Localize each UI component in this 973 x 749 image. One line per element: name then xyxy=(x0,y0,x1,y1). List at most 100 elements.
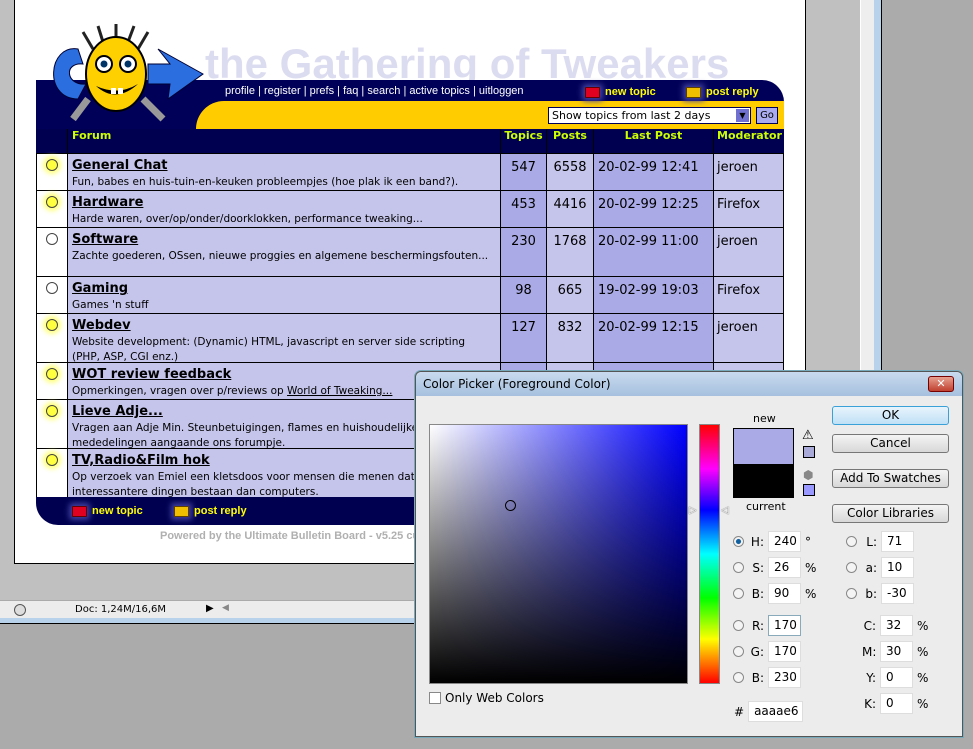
blue-label: B: xyxy=(751,670,764,685)
panel-divider-edge xyxy=(874,0,882,372)
moderator-link[interactable]: Firefox xyxy=(713,191,784,227)
footer-new-topic-button[interactable]: new topic xyxy=(72,505,143,517)
nav-link-prefs[interactable]: prefs xyxy=(310,85,334,97)
lightbulb-on-icon xyxy=(46,319,58,331)
panel-divider[interactable] xyxy=(860,0,874,372)
moderator-link[interactable]: jeroen xyxy=(713,314,784,362)
lab-a-radio[interactable] xyxy=(846,562,857,573)
footer-post-reply-button[interactable]: post reply xyxy=(174,505,247,517)
post-reply-button[interactable]: post reply xyxy=(686,86,759,98)
lab-l-input[interactable]: 71 xyxy=(881,531,914,552)
saturation-input[interactable]: 26 xyxy=(768,557,801,578)
black-field-row: K: 0% xyxy=(862,693,928,714)
forum-link[interactable]: Webdev xyxy=(72,318,496,334)
status-cell xyxy=(36,363,67,399)
lab-a-input[interactable]: 10 xyxy=(881,557,914,578)
color-selector-ring[interactable] xyxy=(505,500,516,511)
clock-icon[interactable] xyxy=(14,604,26,616)
lightbulb-on-icon xyxy=(46,405,58,417)
current-color-swatch[interactable] xyxy=(734,464,793,497)
nav-link-register[interactable]: register xyxy=(264,85,301,97)
ok-button[interactable]: OK xyxy=(832,406,949,425)
lab-b-field-row: b: -30 xyxy=(846,583,914,604)
current-label: current xyxy=(746,500,786,513)
only-web-colors-checkbox[interactable]: Only Web Colors xyxy=(429,691,544,705)
yellow-input[interactable]: 0 xyxy=(880,667,913,688)
new-topic-label: new topic xyxy=(605,86,656,98)
status-cell xyxy=(36,400,67,448)
blue-input[interactable]: 230 xyxy=(768,667,801,688)
black-unit: % xyxy=(917,696,929,711)
forum-link[interactable]: General Chat xyxy=(72,158,496,174)
col-moderator: Moderator xyxy=(713,129,784,153)
hue-radio[interactable] xyxy=(733,536,744,547)
forum-link[interactable]: Hardware xyxy=(72,195,496,211)
add-to-swatches-button[interactable]: Add To Swatches xyxy=(832,469,949,488)
blue-radio[interactable] xyxy=(733,672,744,683)
hue-slider-handle-right[interactable]: ◁ xyxy=(721,505,729,516)
red-input[interactable]: 170 xyxy=(768,615,801,636)
nav-link-uitloggen[interactable]: uitloggen xyxy=(479,85,524,97)
nav-link-active-topics[interactable]: active topics xyxy=(409,85,470,97)
forum-table-header: Forum Topics Posts Last Post Moderator xyxy=(36,129,784,153)
gamut-color-chip[interactable] xyxy=(803,446,815,458)
chevron-down-icon[interactable]: ▼ xyxy=(736,109,749,122)
world-of-tweaking-link[interactable]: World of Tweaking... xyxy=(287,385,392,397)
lightbulb-on-icon xyxy=(46,196,58,208)
lab-b-radio[interactable] xyxy=(846,588,857,599)
forum-description: Vragen aan Adje Min. Steunbetuigingen, f… xyxy=(72,422,419,449)
forum-link[interactable]: Software xyxy=(72,232,496,248)
red-radio[interactable] xyxy=(733,620,744,631)
web-safe-color-chip[interactable] xyxy=(803,484,815,496)
moderator-link[interactable]: Firefox xyxy=(713,277,784,313)
nav-link-search[interactable]: search xyxy=(367,85,400,97)
nav-link-faq[interactable]: faq xyxy=(343,85,358,97)
brightness-radio[interactable] xyxy=(733,588,744,599)
close-button[interactable]: ✕ xyxy=(928,376,954,392)
nav-separator: | xyxy=(334,85,344,97)
hex-input[interactable]: aaaae6 xyxy=(748,701,804,722)
status-cell xyxy=(36,228,67,276)
hue-slider[interactable] xyxy=(699,424,720,684)
play-arrow-icon[interactable]: ▶ xyxy=(206,603,214,614)
color-field[interactable] xyxy=(429,424,688,684)
brightness-input[interactable]: 90 xyxy=(768,583,801,604)
scrollbar-edge xyxy=(0,618,420,624)
gamut-warning-icon[interactable]: ⚠ xyxy=(802,428,814,443)
magenta-unit: % xyxy=(917,644,929,659)
cyan-input[interactable]: 32 xyxy=(880,615,913,636)
green-input[interactable]: 170 xyxy=(768,641,801,662)
saturation-radio[interactable] xyxy=(733,562,744,573)
status-cell xyxy=(36,449,67,497)
cyan-unit: % xyxy=(917,618,929,633)
nav-link-profile[interactable]: profile xyxy=(225,85,255,97)
new-topic-button[interactable]: new topic xyxy=(585,86,656,98)
green-radio[interactable] xyxy=(733,646,744,657)
red-label: R: xyxy=(751,618,764,633)
lab-l-radio[interactable] xyxy=(846,536,857,547)
cancel-button[interactable]: Cancel xyxy=(832,434,949,453)
got-logo xyxy=(53,24,204,122)
color-libraries-button[interactable]: Color Libraries xyxy=(832,504,949,523)
lab-b-input[interactable]: -30 xyxy=(881,583,914,604)
topics-count: 547 xyxy=(500,154,546,190)
moderator-link[interactable]: jeroen xyxy=(713,228,784,276)
lab-l-label: L: xyxy=(866,534,877,549)
forum-description: Harde waren, over/op/onder/doorklokken, … xyxy=(72,213,423,225)
hue-slider-handle-left[interactable]: ▷ xyxy=(689,505,697,516)
saturation-field-row: S: 26% xyxy=(733,557,816,578)
web-cube-icon[interactable]: ⬢ xyxy=(803,468,813,482)
topic-age-filter-select[interactable]: Show topics from last 2 days ▼ xyxy=(548,107,751,124)
forum-link[interactable]: Gaming xyxy=(72,281,496,297)
posts-count: 665 xyxy=(546,277,593,313)
checkbox[interactable] xyxy=(429,692,441,704)
black-input[interactable]: 0 xyxy=(880,693,913,714)
new-label: new xyxy=(753,412,776,425)
moderator-link[interactable]: jeroen xyxy=(713,154,784,190)
hue-input[interactable]: 240 xyxy=(768,531,801,552)
scroll-left-icon[interactable]: ◀ xyxy=(222,603,229,613)
black-label: K: xyxy=(864,696,876,711)
go-button[interactable]: Go xyxy=(756,107,778,124)
keyboard-icon xyxy=(686,86,701,98)
magenta-input[interactable]: 30 xyxy=(880,641,913,662)
